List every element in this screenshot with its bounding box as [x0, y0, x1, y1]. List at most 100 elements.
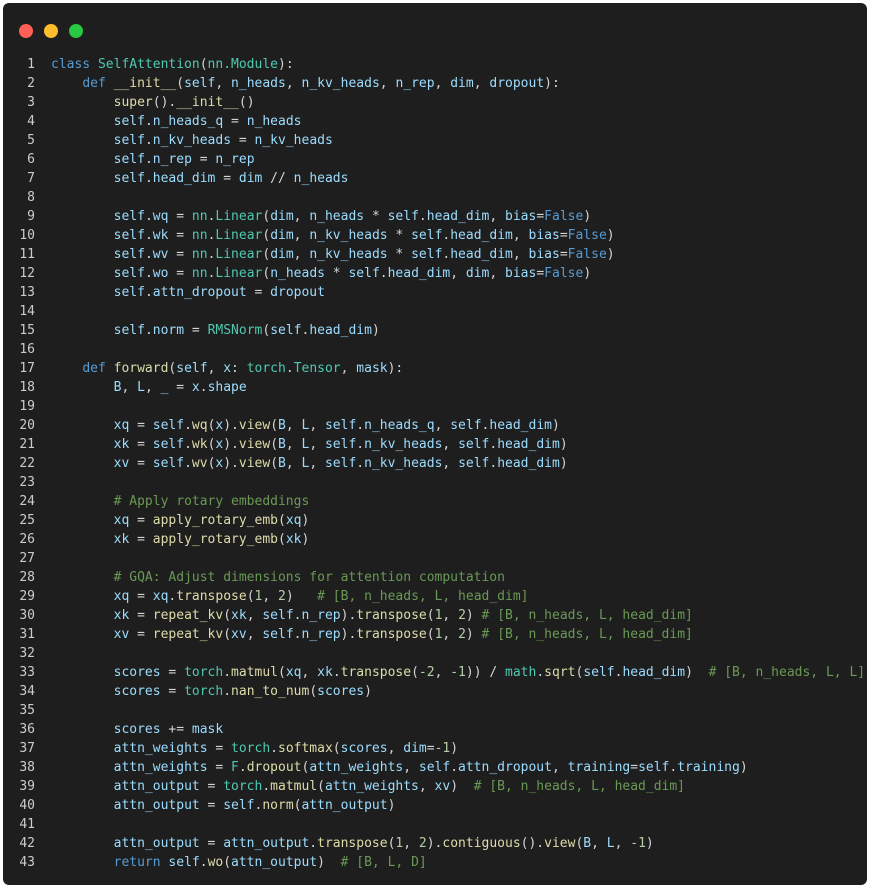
code-token: xq [285, 513, 302, 528]
code-token: = [223, 114, 247, 129]
code-token: ) [285, 589, 318, 604]
code-token: ( [223, 855, 232, 870]
line-number: 39 [19, 779, 35, 794]
code-line: 21 xk = self.wk(x).view(B, L, self.n_kv_… [3, 435, 867, 454]
code-line: 1 class SelfAttention(nn.Module): [3, 55, 867, 74]
code-token: . [293, 608, 302, 623]
code-token: = [160, 665, 185, 680]
code-token: . [184, 437, 192, 452]
code-line: 26 xk = apply_rotary_emb(xk) [3, 530, 867, 549]
line-number: 1 [27, 57, 35, 72]
code-token: B [278, 456, 286, 471]
zoom-window-icon[interactable] [69, 24, 83, 38]
code-token: = [168, 247, 192, 262]
code-line: 18 B, L, _ = x.shape [3, 378, 867, 397]
code-text: scores = torch.matmul(xq, xk.transpose(-… [51, 663, 865, 682]
code-token: = [215, 171, 239, 186]
code-token: ( [278, 513, 286, 528]
code-token: ) [583, 266, 592, 281]
code-token: head_dim [387, 266, 451, 281]
code-token: . [309, 836, 318, 851]
code-token: ) [450, 779, 474, 794]
code-token: xk [285, 532, 302, 547]
code-token: contiguous [442, 836, 521, 851]
code-token: nan_to_num [231, 684, 310, 699]
code-token: B [278, 437, 286, 452]
code-token: ): [278, 57, 294, 72]
code-token: 2 [418, 836, 427, 851]
code-token: ) [739, 760, 748, 775]
code-token: xq [113, 589, 130, 604]
code-token: n_rep [215, 152, 255, 167]
code-token: bias [528, 247, 560, 262]
code-token: def [82, 361, 114, 376]
code-token: = [129, 589, 153, 604]
code-token: head_dim [622, 665, 686, 680]
code-token: head_dim [152, 171, 216, 186]
code-token: torch [246, 361, 286, 376]
code-token: nn [191, 247, 208, 262]
code-token: L [137, 380, 145, 395]
code-token: ). [340, 627, 357, 642]
code-line: 32 [3, 644, 867, 663]
code-token: , [293, 247, 310, 262]
minimize-window-icon[interactable] [44, 24, 58, 38]
code-token: ( [332, 741, 341, 756]
code-token: wv [152, 247, 169, 262]
code-token: , [403, 836, 419, 851]
code-token: head_dim [450, 228, 513, 243]
window-titlebar [3, 3, 867, 59]
code-text: self.wk = nn.Linear(dim, n_kv_heads * se… [51, 226, 615, 245]
code-token: matmul [270, 779, 318, 794]
code-token: apply_rotary_emb [152, 513, 278, 528]
code-token: . [536, 665, 545, 680]
code-token: ( [278, 665, 286, 680]
code-token: ) [450, 741, 459, 756]
code-token: self [223, 798, 255, 813]
code-token: . [270, 741, 278, 756]
code-token: . [238, 760, 247, 775]
line-number: 22 [19, 456, 35, 471]
code-editor[interactable]: 1 class SelfAttention(nn.Module): 2 def __… [3, 55, 867, 872]
code-token: self [168, 855, 200, 870]
close-window-icon[interactable] [19, 24, 33, 38]
code-line: 42 attn_output = attn_output.transpose(1… [3, 834, 867, 853]
code-token: False [567, 228, 607, 243]
code-token: self [113, 285, 145, 300]
code-line: 24 # Apply rotary embeddings [3, 492, 867, 511]
code-token: , [512, 228, 529, 243]
code-text: self.norm = RMSNorm(self.head_dim) [51, 321, 380, 340]
code-token: # [B, L, D] [340, 855, 427, 870]
code-line: 20 xq = self.wq(x).view(B, L, self.n_hea… [3, 416, 867, 435]
code-token: wo [207, 855, 224, 870]
code-token: = [168, 380, 192, 395]
code-token: , [262, 589, 279, 604]
code-token: , [246, 627, 263, 642]
code-token: view [238, 418, 271, 433]
code-token: = [129, 456, 153, 471]
code-token: wk [191, 437, 208, 452]
code-token: self [184, 76, 216, 91]
code-token: xk [113, 437, 130, 452]
code-token: self [113, 228, 145, 243]
code-text: self.n_rep = n_rep [51, 150, 255, 169]
code-text: xk = self.wk(x).view(B, L, self.n_kv_hea… [51, 435, 568, 454]
code-token: . [144, 133, 153, 148]
code-token: head_dim [497, 437, 560, 452]
code-token: . [356, 418, 365, 433]
code-token: . [144, 209, 153, 224]
code-token: repeat_kv [152, 608, 224, 623]
code-text: B, L, _ = x.shape [51, 378, 247, 397]
code-token: nn [191, 266, 208, 281]
code-token: = [129, 532, 153, 547]
code-token: , [309, 418, 325, 433]
code-token: ( [426, 627, 435, 642]
code-token: head_dim [497, 456, 560, 471]
code-token: mask [191, 722, 224, 737]
code-line: 3 super().__init__() [3, 93, 867, 112]
